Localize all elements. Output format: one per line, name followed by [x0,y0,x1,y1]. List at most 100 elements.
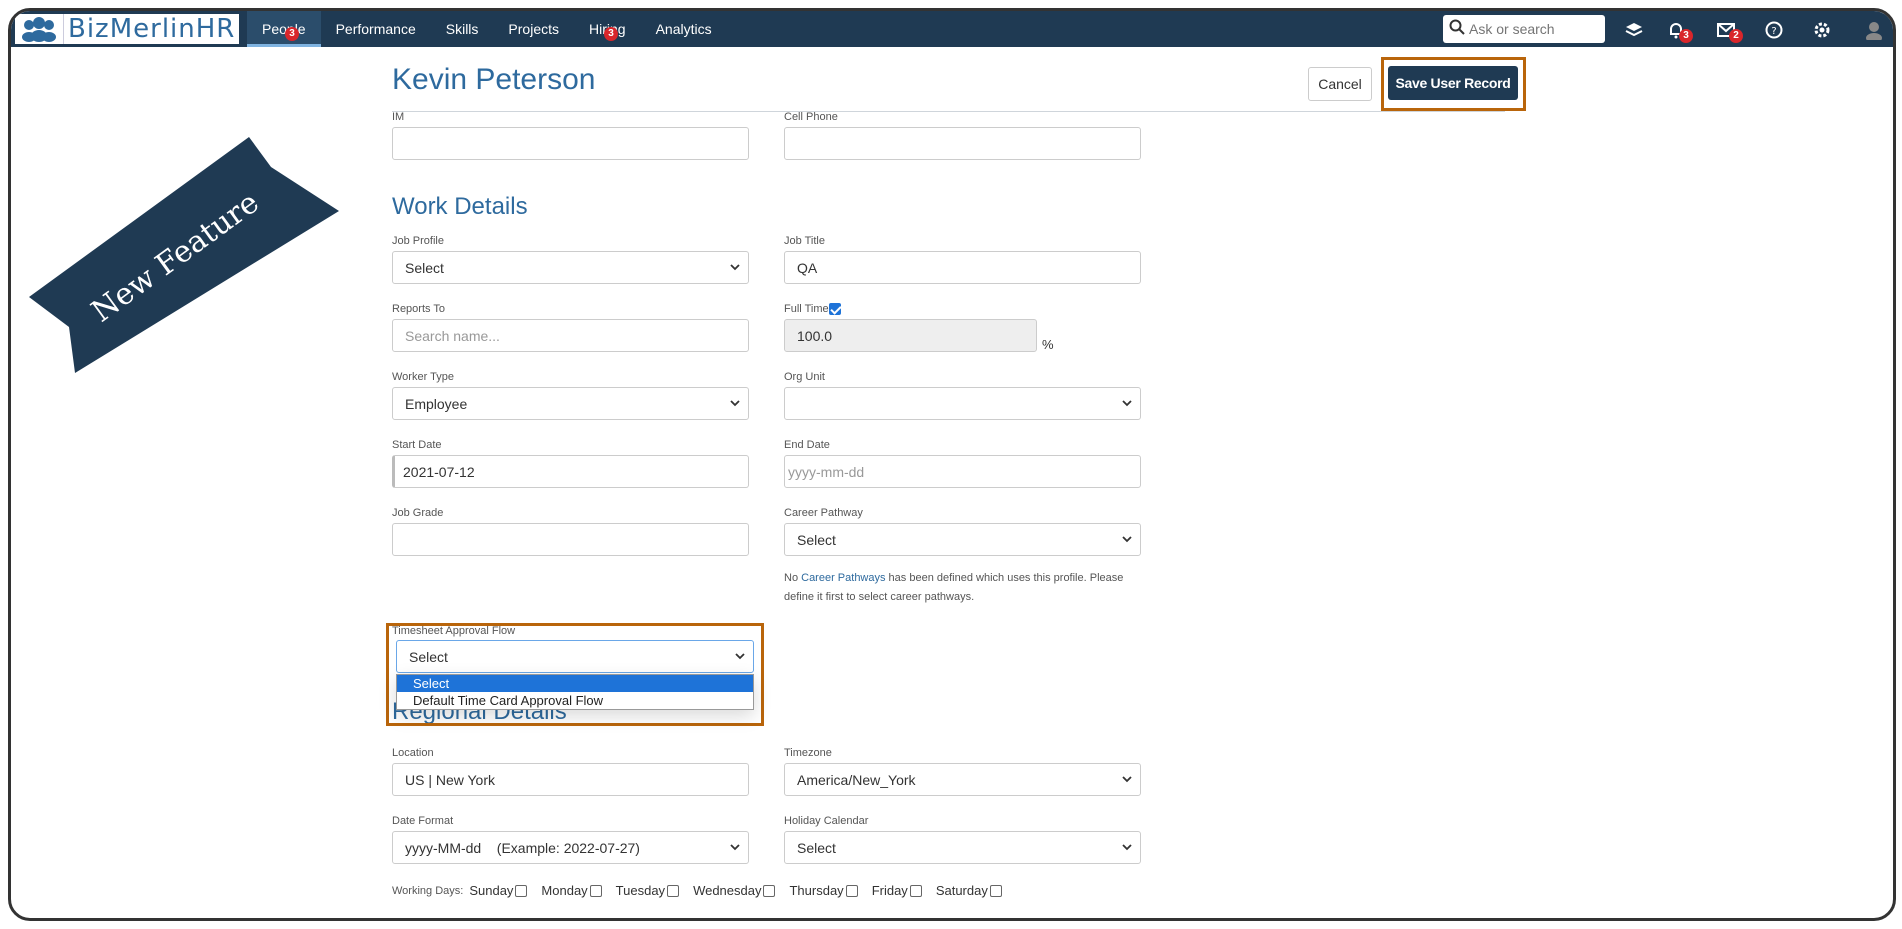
job-title-input[interactable]: QA [784,251,1141,284]
im-label: IM [392,111,405,123]
day-friday[interactable]: Friday [872,883,922,898]
percent-sign: % [1042,337,1054,352]
end-date-input[interactable]: yyyy-mm-dd [784,455,1141,488]
chevron-down-icon [1122,400,1132,407]
worker-type-select[interactable]: Employee [392,387,749,420]
career-pathway-label: Career Pathway [784,507,863,519]
location-input[interactable]: US | New York [392,763,749,796]
avatar-icon[interactable] [1863,19,1885,41]
day-sunday[interactable]: Sunday [469,883,528,898]
chevron-down-icon [1122,844,1132,851]
search-icon [1449,19,1465,40]
app-logo[interactable]: BizMerlinHR [15,14,239,44]
day-tuesday[interactable]: Tuesday [616,883,680,898]
timezone-select[interactable]: America/New_York [784,763,1141,796]
working-days-label: Working Days: [392,884,464,897]
day-thursday[interactable]: Thursday [789,883,858,898]
save-highlight-box: Save User Record [1381,57,1526,111]
career-pathway-note: No Career Pathways has been defined whic… [784,572,1124,603]
org-unit-label: Org Unit [784,371,825,383]
day-checkbox[interactable] [989,884,1002,897]
save-user-record-button[interactable]: Save User Record [1388,66,1518,100]
nav-label: Projects [508,21,559,37]
header-divider [392,111,1505,112]
people-logo-icon [15,15,63,43]
reports-to-input[interactable]: Search name... [392,319,749,352]
job-profile-select[interactable]: Select [392,251,749,284]
end-date-label: End Date [784,439,830,451]
cancel-button[interactable]: Cancel [1308,67,1372,101]
nav-people[interactable]: People 3 [247,11,321,47]
timezone-label: Timezone [784,747,832,759]
day-checkbox[interactable] [763,884,776,897]
full-time-percent-input[interactable]: 100.0 [784,319,1037,352]
work-details-heading: Work Details [392,193,528,220]
new-feature-ribbon: New Feature [29,137,339,373]
chevron-down-icon [730,400,740,407]
job-grade-label: Job Grade [392,507,444,519]
nav-label: Skills [445,21,479,37]
layers-icon[interactable] [1623,19,1645,41]
start-date-input[interactable]: 2021-07-12 [392,455,749,488]
gear-icon[interactable] [1811,19,1833,41]
full-time-label-row: Full Time [784,303,841,315]
search-box[interactable] [1443,15,1605,43]
dropdown-option[interactable]: Default Time Card Approval Flow [397,692,753,709]
search-input[interactable] [1469,21,1599,37]
nav-label: Analytics [655,21,712,37]
reports-to-label: Reports To [392,303,445,315]
job-profile-label: Job Profile [392,235,444,247]
timesheet-approval-label: Timesheet Approval Flow [392,625,516,637]
nav-badge: 3 [604,27,618,41]
worker-type-label: Worker Type [392,371,454,383]
day-checkbox[interactable] [589,884,602,897]
day-monday[interactable]: Monday [541,883,602,898]
top-nav-bar: BizMerlinHR People 3 Performance Skills … [11,11,1893,47]
nav-hiring[interactable]: Hiring 3 [574,11,641,47]
date-format-label: Date Format [392,815,454,827]
dropdown-option[interactable]: Select [397,675,753,692]
full-time-checkbox[interactable] [828,303,841,315]
messages-badge: 2 [1729,29,1743,43]
timesheet-approval-select[interactable]: Select [396,640,754,673]
day-checkbox[interactable] [845,884,858,897]
career-pathways-link[interactable]: Career Pathways [801,572,885,584]
notifications-badge: 3 [1679,29,1693,43]
job-grade-input[interactable] [392,523,749,556]
page-title: Kevin Peterson [392,63,596,96]
svg-text:?: ? [1771,26,1776,37]
nav-analytics[interactable]: Analytics [641,11,727,47]
holiday-calendar-select[interactable]: Select [784,831,1141,864]
help-icon[interactable]: ? [1763,19,1785,41]
chevron-down-icon [1122,536,1132,543]
main-nav: People 3 Performance Skills Projects Hir… [247,11,727,47]
career-pathway-select[interactable]: Select [784,523,1141,556]
date-format-select[interactable]: yyyy-MM-dd (Example: 2022-07-27) [392,831,749,864]
start-date-label: Start Date [392,439,442,451]
cell-phone-field[interactable] [784,127,1141,160]
day-checkbox[interactable] [909,884,922,897]
chevron-down-icon [1122,776,1132,783]
job-title-label: Job Title [784,235,825,247]
im-field[interactable] [392,127,749,160]
nav-performance[interactable]: Performance [321,11,431,47]
org-unit-select[interactable] [784,387,1141,420]
app-frame: BizMerlinHR People 3 Performance Skills … [8,8,1896,921]
timesheet-dropdown-list: Select Default Time Card Approval Flow [396,674,754,710]
chevron-down-icon [730,844,740,851]
nav-skills[interactable]: Skills [431,11,494,47]
nav-badge: 3 [285,27,299,41]
day-checkbox[interactable] [667,884,680,897]
logo-text: BizMerlinHR [63,14,235,44]
full-time-label: Full Time [784,303,829,315]
nav-projects[interactable]: Projects [493,11,574,47]
holiday-calendar-label: Holiday Calendar [784,815,869,827]
nav-label: Performance [335,21,416,37]
chevron-down-icon [735,653,745,660]
chevron-down-icon [730,264,740,271]
day-saturday[interactable]: Saturday [936,883,1002,898]
day-checkbox[interactable] [515,884,528,897]
day-wednesday[interactable]: Wednesday [693,883,776,898]
cell-phone-label: Cell Phone [784,111,838,123]
location-label: Location [392,747,434,759]
